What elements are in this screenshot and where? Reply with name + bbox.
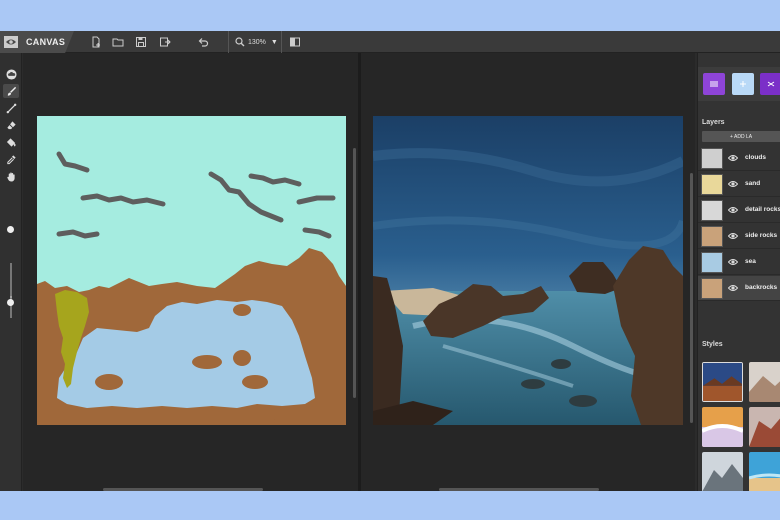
layer-item[interactable]: side rocks	[698, 224, 780, 249]
layer-item[interactable]: detail rocks	[698, 198, 780, 223]
layer-name: sea	[745, 258, 756, 265]
layer-thumbnail	[701, 252, 723, 273]
layer-name: detail rocks	[745, 206, 780, 213]
canvas-horizontal-scrollbar[interactable]	[103, 488, 263, 491]
eraser-icon[interactable]	[3, 118, 19, 132]
eye-icon[interactable]	[728, 206, 738, 214]
brush-size-min-indicator	[10, 296, 12, 298]
layer-thumbnail	[701, 200, 723, 221]
layer-name: backrocks	[745, 284, 778, 291]
output-horizontal-scrollbar[interactable]	[439, 488, 599, 491]
segmentation-canvas-pane	[23, 53, 358, 491]
eyedropper-icon[interactable]	[3, 152, 19, 166]
style-thumb-sunset-clouds[interactable]	[702, 407, 743, 447]
eye-icon[interactable]	[728, 284, 738, 292]
style-thumb-red-cliffs[interactable]	[749, 407, 780, 447]
fill-icon[interactable]	[3, 135, 19, 149]
nvidia-logo-icon	[4, 36, 18, 48]
split-view-icon[interactable]	[288, 35, 302, 49]
style-thumb-snow-peaks[interactable]	[702, 452, 743, 491]
hand-icon[interactable]	[3, 169, 19, 183]
eye-icon[interactable]	[728, 154, 738, 162]
output-image-pane	[361, 53, 695, 491]
line-icon[interactable]	[3, 101, 19, 115]
style-thumb-tropical-beach[interactable]	[749, 452, 780, 491]
layer-item[interactable]: backrocks	[698, 276, 780, 301]
new-file-icon[interactable]	[89, 35, 103, 49]
swatch-two-button[interactable]	[732, 73, 754, 95]
zoom-control[interactable]: 130% ▼	[228, 31, 282, 53]
top-toolbar: CANVAS 130% ▼	[0, 31, 780, 53]
app-window: CANVAS 130% ▼ Layers + ADD LA clouds san…	[0, 31, 780, 491]
app-name: CANVAS	[26, 37, 66, 47]
layer-name: side rocks	[745, 232, 778, 239]
open-folder-icon[interactable]	[111, 35, 125, 49]
style-swatch-row	[698, 67, 780, 101]
swatch-three-button[interactable]	[760, 73, 780, 95]
layer-item[interactable]: sand	[698, 172, 780, 197]
save-icon[interactable]	[134, 35, 148, 49]
shuffle-icon	[767, 81, 775, 87]
layer-name: clouds	[745, 154, 766, 161]
layer-name: sand	[745, 180, 761, 187]
add-layer-button[interactable]: + ADD LA	[702, 131, 780, 142]
layer-thumbnail	[701, 174, 723, 195]
layer-thumbnail	[701, 148, 723, 169]
canvas-vertical-scrollbar[interactable]	[353, 148, 356, 398]
lines-icon	[710, 81, 718, 87]
brand: CANVAS	[0, 31, 74, 53]
generated-landscape-image	[373, 116, 683, 425]
undo-icon[interactable]	[196, 35, 210, 49]
brush-icon[interactable]	[3, 84, 19, 98]
style-thumb-mist-mountain[interactable]	[749, 362, 780, 402]
output-vertical-scrollbar[interactable]	[690, 173, 693, 423]
layer-thumbnail	[701, 226, 723, 247]
layer-thumbnail	[701, 278, 723, 299]
segmentation-drawing-canvas[interactable]	[37, 116, 346, 425]
cloud-brush-icon[interactable]	[3, 67, 19, 81]
brush-size-handle[interactable]	[7, 298, 14, 306]
brush-size-slider[interactable]	[10, 263, 12, 318]
eye-icon[interactable]	[728, 180, 738, 188]
plus-icon	[740, 81, 746, 87]
eye-icon[interactable]	[728, 232, 738, 240]
styles-title: Styles	[702, 341, 723, 348]
export-icon[interactable]	[158, 35, 172, 49]
zoom-icon	[235, 37, 245, 47]
tool-palette	[0, 53, 22, 491]
layer-item[interactable]: sea	[698, 250, 780, 275]
style-thumb-desert-dusk[interactable]	[702, 362, 743, 402]
swatch-one-button[interactable]	[703, 73, 725, 95]
layer-item[interactable]: clouds	[698, 146, 780, 171]
chevron-down-icon: ▼	[270, 38, 278, 46]
brush-size-max-indicator	[7, 226, 14, 233]
layers-title: Layers	[702, 119, 725, 126]
eye-icon[interactable]	[728, 258, 738, 266]
zoom-value: 130%	[248, 38, 266, 46]
side-panel: Layers + ADD LA clouds sand detail rocks si…	[697, 53, 780, 491]
